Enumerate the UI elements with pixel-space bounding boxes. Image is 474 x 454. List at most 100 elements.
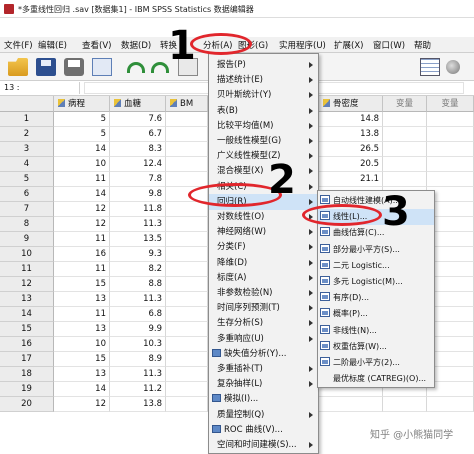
data-cell[interactable] [166, 322, 208, 337]
data-cell[interactable] [166, 337, 208, 352]
row-number[interactable]: 10 [0, 247, 54, 262]
data-cell[interactable] [427, 172, 474, 187]
data-cell[interactable]: 11 [54, 307, 110, 322]
analyze-menu-item[interactable]: 混合模型(X) [209, 163, 318, 179]
regression-menu-item[interactable]: 部分最小平方(S)... [318, 242, 434, 258]
data-cell[interactable]: 13 [54, 322, 110, 337]
row-number[interactable]: 11 [0, 262, 54, 277]
analyze-menu-item[interactable]: 分类(F) [209, 239, 318, 255]
column-header-glucose[interactable]: 血糖 [110, 96, 166, 112]
data-cell[interactable]: 11 [54, 262, 110, 277]
data-cell[interactable] [427, 157, 474, 172]
data-cell[interactable]: 8.8 [110, 277, 166, 292]
data-cell[interactable]: 15 [54, 277, 110, 292]
data-cell[interactable]: 5 [54, 127, 110, 142]
data-cell[interactable]: 11 [54, 232, 110, 247]
data-cell[interactable]: 9.8 [110, 187, 166, 202]
row-number[interactable]: 12 [0, 277, 54, 292]
analyze-menu-item[interactable]: 多重插补(T) [209, 361, 318, 377]
analyze-menu-item[interactable]: 时间序列预测(T) [209, 300, 318, 316]
menu-window[interactable]: 窗口(W) [373, 39, 405, 51]
analyze-menu-item[interactable]: 描述统计(E) [209, 72, 318, 88]
row-number[interactable]: 7 [0, 202, 54, 217]
regression-menu-item[interactable]: 概率(P)... [318, 306, 434, 322]
data-cell[interactable]: 11 [54, 172, 110, 187]
data-cell[interactable] [427, 142, 474, 157]
row-number[interactable]: 4 [0, 157, 54, 172]
data-cell[interactable] [166, 367, 208, 382]
analyze-menu-item[interactable]: 复杂抽样(L) [209, 376, 318, 392]
data-cell[interactable]: 14.8 [319, 112, 383, 127]
undo-icon[interactable] [124, 58, 145, 76]
column-header-var[interactable]: 变量 [383, 96, 427, 112]
row-number[interactable]: 18 [0, 367, 54, 382]
value-labels-icon[interactable] [446, 60, 460, 74]
row-number[interactable]: 13 [0, 292, 54, 307]
data-cell[interactable]: 13 [54, 292, 110, 307]
data-cell[interactable]: 6.7 [110, 127, 166, 142]
data-cell[interactable] [383, 397, 427, 412]
row-number[interactable]: 8 [0, 217, 54, 232]
data-cell[interactable]: 6.8 [110, 307, 166, 322]
data-cell[interactable] [166, 382, 208, 397]
data-cell[interactable]: 10.3 [110, 337, 166, 352]
data-cell[interactable] [427, 112, 474, 127]
data-cell[interactable]: 12 [54, 217, 110, 232]
menu-edit[interactable]: 编辑(E) [38, 39, 67, 51]
regression-menu-item[interactable]: 非线性(N)... [318, 323, 434, 339]
row-number[interactable]: 17 [0, 352, 54, 367]
data-cell[interactable]: 11.3 [110, 292, 166, 307]
analyze-menu-item[interactable]: 降维(D) [209, 255, 318, 271]
data-cell[interactable]: 9.9 [110, 322, 166, 337]
data-cell[interactable]: 11.2 [110, 382, 166, 397]
analyze-menu-item[interactable]: 缺失值分析(Y)... [209, 346, 318, 362]
data-cell[interactable]: 20.5 [319, 157, 383, 172]
column-header-course[interactable]: 病程 [54, 96, 110, 112]
open-icon[interactable] [8, 58, 28, 76]
data-cell[interactable]: 12 [54, 202, 110, 217]
regression-menu-item[interactable]: 权重估算(W)... [318, 339, 434, 355]
data-cell[interactable]: 21.1 [319, 172, 383, 187]
regression-menu-item[interactable]: 曲线估算(C)... [318, 225, 434, 241]
data-cell[interactable] [166, 292, 208, 307]
data-cell[interactable]: 13.8 [319, 127, 383, 142]
recall-dialog-icon[interactable] [92, 58, 112, 76]
data-cell[interactable]: 13 [54, 367, 110, 382]
data-cell[interactable] [166, 307, 208, 322]
data-cell[interactable]: 13.5 [110, 232, 166, 247]
row-number[interactable]: 5 [0, 172, 54, 187]
grid-icon[interactable] [420, 58, 440, 76]
row-number[interactable]: 14 [0, 307, 54, 322]
data-cell[interactable]: 14 [54, 382, 110, 397]
menu-extensions[interactable]: 扩展(X) [334, 39, 363, 51]
menu-file[interactable]: 文件(F) [4, 39, 33, 51]
column-header-bmi[interactable]: BM [166, 96, 208, 112]
data-cell[interactable] [383, 142, 427, 157]
row-number[interactable]: 9 [0, 232, 54, 247]
regression-menu-item[interactable]: 有序(D)... [318, 290, 434, 306]
save-icon[interactable] [36, 58, 56, 76]
analyze-menu-item[interactable]: 神经网络(W) [209, 224, 318, 240]
data-cell[interactable]: 8.9 [110, 352, 166, 367]
data-cell[interactable]: 13.8 [110, 397, 166, 412]
menu-view[interactable]: 查看(V) [82, 39, 111, 51]
row-number[interactable]: 20 [0, 397, 54, 412]
analyze-menu-item[interactable]: 生存分析(S) [209, 315, 318, 331]
analyze-menu-item[interactable]: 非参数检验(N) [209, 285, 318, 301]
analyze-menu-item[interactable]: 一般线性模型(G) [209, 133, 318, 149]
row-number[interactable]: 3 [0, 142, 54, 157]
data-cell[interactable]: 12 [54, 397, 110, 412]
data-cell[interactable] [383, 157, 427, 172]
data-cell[interactable] [166, 247, 208, 262]
data-cell[interactable]: 14 [54, 187, 110, 202]
data-cell[interactable] [166, 142, 208, 157]
data-cell[interactable]: 10 [54, 337, 110, 352]
data-cell[interactable]: 7.8 [110, 172, 166, 187]
redo-icon[interactable] [148, 58, 169, 76]
data-cell[interactable] [166, 352, 208, 367]
regression-menu-item[interactable]: 最优标度 (CATREG)(O)... [318, 371, 434, 387]
analyze-menu-item[interactable]: 报告(P) [209, 57, 318, 73]
row-number[interactable]: 2 [0, 127, 54, 142]
data-cell[interactable] [166, 157, 208, 172]
regression-menu-item[interactable]: 多元 Logistic(M)... [318, 274, 434, 290]
